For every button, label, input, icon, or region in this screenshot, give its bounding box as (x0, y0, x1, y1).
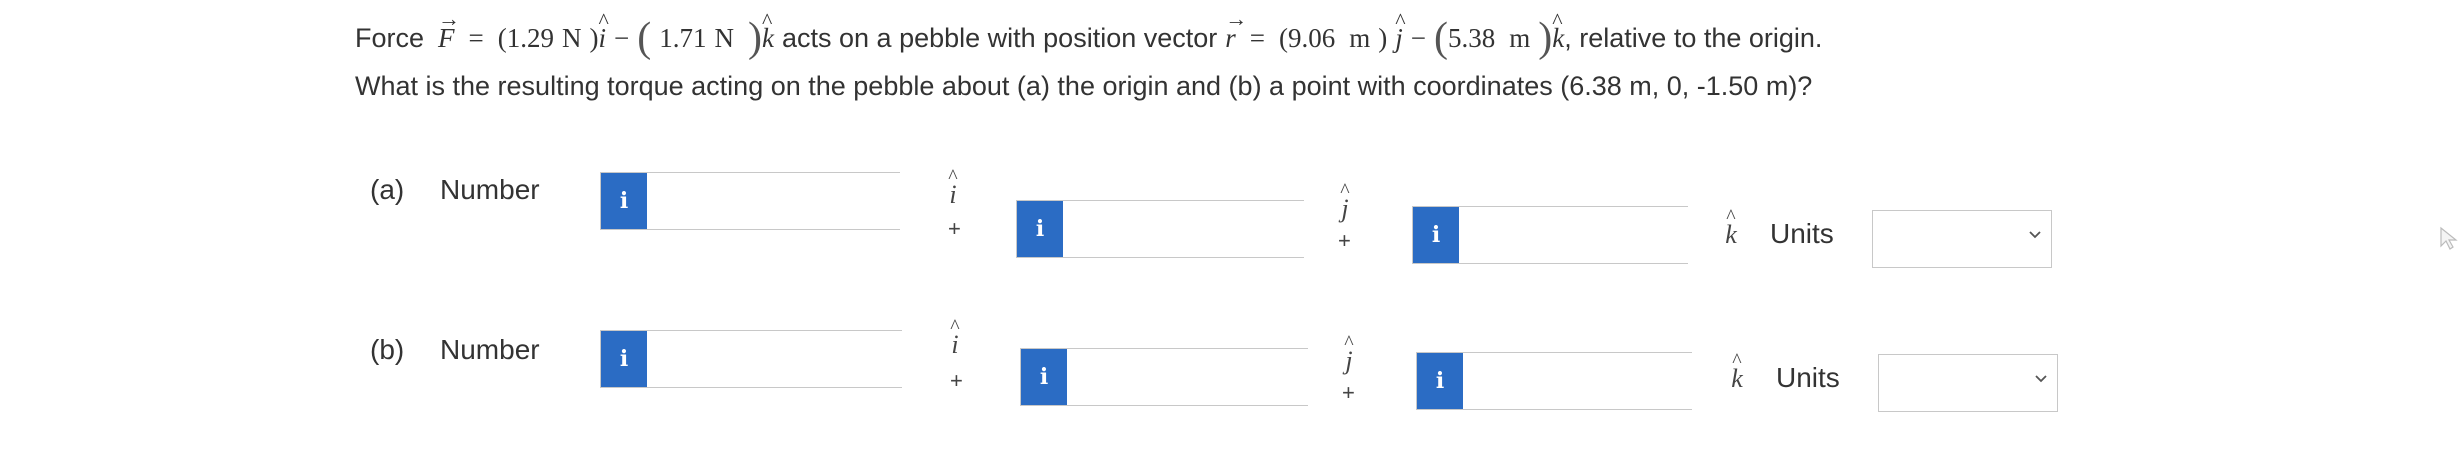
pos-j-value: 9.06 (1288, 23, 1336, 54)
part-b-row: (b) Number i ^ i + i ^ j + i ^ k Units (370, 316, 2462, 412)
number-label: Number (440, 334, 540, 365)
pos-k-value: 5.38 (1448, 23, 1496, 54)
plus-sign: + (948, 216, 961, 241)
part-a-units-dropdown[interactable] (1872, 210, 2052, 268)
units-label: Units (1776, 362, 1840, 393)
unit-vector-k: ^ k (1725, 206, 1737, 249)
acts-text: acts on a pebble with position vector (782, 23, 1218, 54)
part-a-row: (a) Number i ^ i + i ^ j + i ^ k Units (370, 166, 2462, 268)
relative-text: , relative to the origin. (1564, 23, 1823, 54)
equals-sign: = (1249, 23, 1266, 54)
info-icon[interactable]: i (1017, 201, 1063, 257)
units-label: Units (1770, 218, 1834, 249)
info-icon[interactable]: i (601, 331, 647, 387)
info-icon[interactable]: i (1021, 349, 1067, 405)
force-label: Force (355, 23, 425, 54)
question-text: Force → F = (1.29 N) ^ i − (1.71 N) ^ k acts … (355, 8, 2435, 104)
pos-j-unit: m (1349, 23, 1371, 54)
minus-sign: − (614, 23, 630, 54)
question-line-1: Force → F = (1.29 N) ^ i − (1.71 N) ^ k acts … (355, 6, 1823, 61)
part-b-k-field: i (1416, 352, 1793, 410)
position-vector-symbol: → r (1225, 6, 1248, 54)
pos-k-unit: m (1509, 23, 1531, 54)
part-a-j-field: i (1016, 200, 1393, 258)
info-icon[interactable]: i (1413, 207, 1459, 263)
plus-sign: + (1338, 228, 1351, 253)
unit-vector-j: ^ j (1344, 332, 1354, 375)
chevron-down-icon (2035, 375, 2047, 383)
force-i-value: 1.29 (506, 23, 555, 54)
info-icon[interactable]: i (1417, 353, 1463, 409)
unit-vector-k: ^ k (1552, 8, 1565, 54)
plus-sign: + (950, 368, 963, 393)
unit-vector-j: ^ j (1395, 8, 1406, 54)
chevron-down-icon (2029, 231, 2041, 239)
force-i-unit: N (562, 23, 582, 54)
number-label: Number (440, 174, 540, 205)
part-a-i-input[interactable] (647, 173, 977, 229)
part-a-k-field: i (1412, 206, 1789, 264)
part-a-label: (a) (370, 174, 405, 205)
part-b-units-dropdown[interactable] (1878, 354, 2058, 412)
unit-vector-i: ^ i (948, 166, 958, 209)
minus-sign: − (1410, 23, 1427, 54)
equals-sign: = (468, 23, 484, 54)
part-b-i-field: i (600, 330, 977, 388)
part-b-j-field: i (1020, 348, 1397, 406)
question-line-2: What is the resulting torque acting on t… (355, 71, 1813, 101)
plus-sign: + (1342, 380, 1355, 405)
part-a-i-field: i (600, 172, 977, 230)
force-k-value: 1.71 (659, 23, 707, 54)
part-b-i-input[interactable] (647, 331, 977, 387)
unit-vector-k: ^ k (762, 8, 774, 54)
unit-vector-k: ^ k (1731, 350, 1743, 393)
part-b-label: (b) (370, 334, 405, 365)
info-icon[interactable]: i (601, 173, 647, 229)
mouse-pointer-icon (2440, 226, 2458, 250)
force-k-unit: N (714, 23, 735, 54)
unit-vector-j: ^ j (1340, 180, 1350, 223)
force-vector-symbol: → F (438, 6, 461, 54)
unit-vector-i: ^ i (950, 316, 960, 359)
unit-vector-i: ^ i (598, 8, 609, 54)
